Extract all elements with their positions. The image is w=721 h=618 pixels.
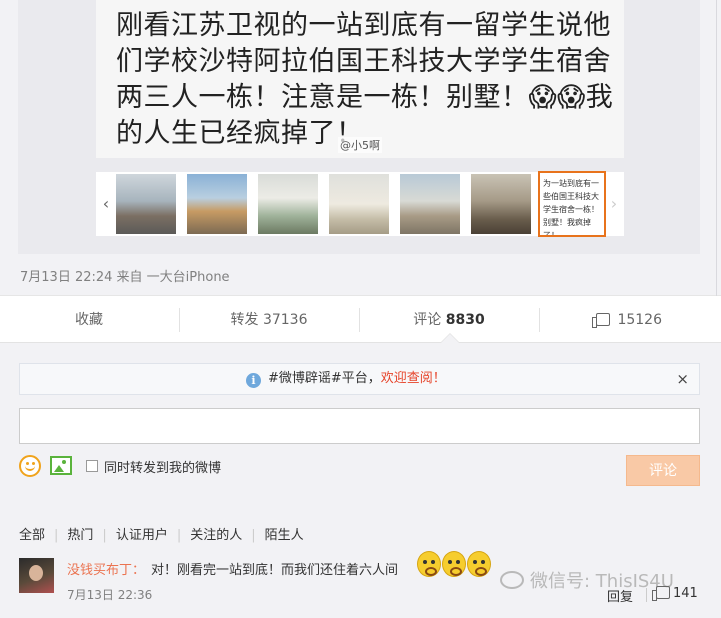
comment-count: 8830: [445, 312, 485, 328]
divider: [716, 0, 717, 296]
thumbnail-5[interactable]: [400, 174, 460, 234]
notice-text[interactable]: #微博辟谣#平台，: [268, 371, 381, 386]
thumbnail-1[interactable]: [116, 174, 176, 234]
avatar[interactable]: [19, 558, 54, 593]
repost-checkbox-label[interactable]: 同时转发到我的微博: [104, 457, 221, 476]
comment-like-count: 141: [673, 586, 698, 601]
filter-hot[interactable]: 热门: [67, 528, 93, 543]
repost-button[interactable]: 转发 37136: [180, 297, 358, 343]
like-button[interactable]: 15126: [540, 297, 718, 343]
notice-link[interactable]: 欢迎查阅！: [381, 371, 446, 386]
thumbnail-6[interactable]: [471, 174, 531, 234]
repost-checkbox[interactable]: [86, 460, 98, 472]
image-text: 刚看江苏卫视的一站到底有一留学生说他们学校沙特阿拉伯国王科技大学学生宿舍两三人一…: [116, 10, 614, 149]
filter-strangers[interactable]: 陌生人: [265, 528, 304, 543]
divider: [646, 588, 647, 602]
emoji-icon: [417, 551, 441, 577]
filter-following[interactable]: 关注的人: [190, 528, 242, 543]
thumbs-up-icon: [592, 313, 610, 328]
divider: |: [54, 528, 59, 543]
info-icon: i: [246, 373, 261, 388]
image-watermark: @小5啊: [338, 137, 382, 153]
wechat-icon: [500, 571, 524, 589]
like-count: 15126: [617, 312, 662, 328]
thumbs-up-icon: [652, 586, 670, 601]
emoji-icon[interactable]: [19, 455, 41, 477]
collect-label: 收藏: [75, 312, 103, 328]
emoji-icon: [442, 551, 466, 577]
thumbnail-strip: ‹ 为一站到底有一些伯国王科技大学生宿舍一栋！别墅！我疯掉了！ ›: [96, 171, 624, 237]
comment-time[interactable]: 7月13日 22:36: [67, 586, 152, 603]
comment-filter-bar: 全部 | 热门 | 认证用户 | 关注的人 | 陌生人: [19, 524, 304, 543]
divider: |: [251, 528, 256, 543]
tab-pointer: [441, 334, 459, 343]
comment-like-button[interactable]: 141: [652, 586, 698, 601]
collect-button[interactable]: 收藏: [0, 297, 178, 343]
action-bar: 收藏 转发 37136 评论 8830 15126: [0, 297, 721, 343]
reply-button[interactable]: 回复: [607, 586, 633, 605]
thumbnail-4[interactable]: [329, 174, 389, 234]
thumbnail-selected[interactable]: 为一站到底有一些伯国王科技大学生宿舍一栋！别墅！我疯掉了！: [538, 171, 606, 237]
notice-banner: i #微博辟谣#平台，欢迎查阅！ ×: [19, 363, 700, 395]
thumbnail-selected-text: 为一站到底有一些伯国王科技大学生宿舍一栋！别墅！我疯掉了！: [543, 179, 599, 237]
wechat-watermark: 微信号: ThisIS4U: [500, 567, 674, 593]
image-icon[interactable]: [50, 456, 72, 475]
thumbnail-3[interactable]: [258, 174, 318, 234]
divider: |: [176, 528, 182, 543]
chevron-left-icon[interactable]: ‹: [96, 172, 116, 236]
submit-comment-button[interactable]: 评论: [626, 455, 700, 486]
repost-label: 转发: [230, 312, 259, 328]
close-icon[interactable]: ×: [676, 364, 689, 394]
thumbnail-2[interactable]: [187, 174, 247, 234]
comment-text: 对！刚看完一站到底！而我们还住着六人间: [151, 563, 399, 578]
filter-verified[interactable]: 认证用户: [116, 528, 168, 543]
divider: |: [102, 528, 107, 543]
emoji-icon: [467, 551, 491, 577]
post-meta: 7月13日 22:24 来自 一大台iPhone: [20, 270, 230, 285]
repost-count: 37136: [262, 312, 308, 328]
comment-author[interactable]: 没钱买布丁：: [67, 559, 145, 578]
comment-input[interactable]: [19, 408, 700, 444]
chevron-right-icon[interactable]: ›: [604, 172, 624, 236]
filter-all[interactable]: 全部: [19, 528, 45, 543]
notice-content: i #微博辟谣#平台，欢迎查阅！: [246, 364, 446, 394]
comment-item: 没钱买布丁： 对！刚看完一站到底！而我们还住着六人间 7月13日 22:36 微…: [0, 546, 721, 618]
comment-label: 评论: [413, 312, 442, 328]
wechat-watermark-text: 微信号: ThisIS4U: [530, 571, 674, 592]
repost-section: 刚看江苏卫视的一站到底有一留学生说他们学校沙特阿拉伯国王科技大学学生宿舍两三人一…: [0, 0, 721, 296]
